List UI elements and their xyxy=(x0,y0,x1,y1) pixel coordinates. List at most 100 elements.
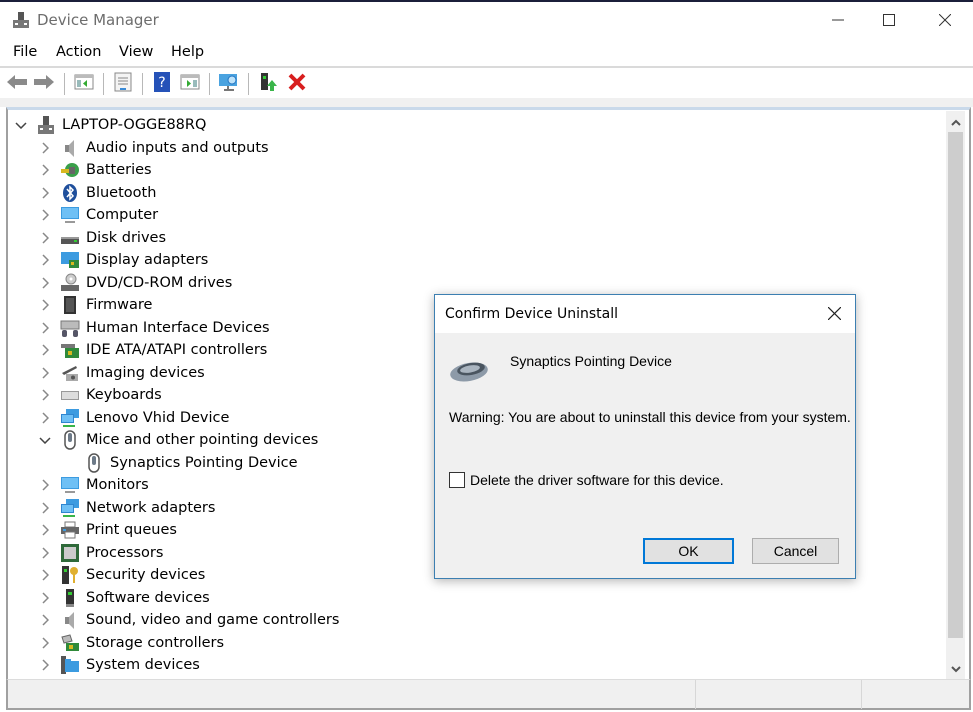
dialog-close-button[interactable] xyxy=(820,301,848,327)
tree-item-label: IDE ATA/ATAPI controllers xyxy=(86,342,268,358)
chevron-right-icon[interactable] xyxy=(38,658,52,672)
bluetooth-icon xyxy=(60,183,80,203)
tree-item-label: Human Interface Devices xyxy=(86,319,270,336)
scroll-down-button[interactable] xyxy=(946,657,965,677)
chevron-right-icon[interactable] xyxy=(38,321,52,335)
confirm-uninstall-dialog: Confirm Device Uninstall Synaptics Point… xyxy=(434,294,856,579)
show-action-pane-button[interactable] xyxy=(179,73,201,95)
tree-category[interactable]: Security devices xyxy=(38,564,205,586)
tree-item-label: DVD/CD-ROM drives xyxy=(86,274,233,291)
monitor-icon xyxy=(60,475,80,495)
scroll-up-button[interactable] xyxy=(946,111,965,131)
chevron-right-icon[interactable] xyxy=(38,343,52,357)
chevron-right-icon[interactable] xyxy=(38,501,52,515)
chevron-right-icon[interactable] xyxy=(38,163,52,177)
back-button[interactable] xyxy=(6,73,28,95)
tree-category[interactable]: IDE ATA/ATAPI controllers xyxy=(38,339,267,361)
tree-category[interactable]: Display adapters xyxy=(38,249,208,271)
help-button[interactable]: ? xyxy=(151,72,173,95)
properties-button[interactable] xyxy=(112,72,134,96)
chevron-right-icon[interactable] xyxy=(38,388,52,402)
chevron-down-icon[interactable] xyxy=(14,118,28,132)
tree-device[interactable]: Synaptics Pointing Device xyxy=(84,452,298,474)
chevron-right-icon[interactable] xyxy=(38,591,52,605)
ok-button[interactable]: OK xyxy=(643,538,734,564)
chevron-right-icon[interactable] xyxy=(38,231,52,245)
menu-view[interactable]: View xyxy=(119,44,153,60)
chevron-right-icon[interactable] xyxy=(38,523,52,537)
delete-driver-checkbox[interactable] xyxy=(449,472,465,488)
scrollbar-thumb[interactable] xyxy=(948,132,963,638)
chevron-right-icon[interactable] xyxy=(38,478,52,492)
network-monitor-icon xyxy=(60,408,80,428)
scan-hardware-changes-button[interactable] xyxy=(218,73,240,95)
tree-category[interactable]: Firmware xyxy=(38,294,152,316)
tree-category[interactable]: DVD/CD-ROM drives xyxy=(38,272,232,294)
tree-category[interactable]: System devices xyxy=(38,654,200,676)
computer-tower-icon xyxy=(36,115,56,135)
speaker-icon xyxy=(60,138,80,158)
tree-category[interactable]: Audio inputs and outputs xyxy=(38,137,269,159)
delete-driver-checkbox-label[interactable]: Delete the driver software for this devi… xyxy=(470,472,724,488)
tree-category[interactable]: Lenovo Vhid Device xyxy=(38,407,229,429)
show-hide-console-tree-button[interactable] xyxy=(73,73,95,95)
minimize-button[interactable] xyxy=(815,2,861,38)
uninstall-device-button[interactable] xyxy=(286,73,308,95)
chevron-right-icon[interactable] xyxy=(38,141,52,155)
tree-item-label: Network adapters xyxy=(86,499,216,516)
chevron-right-icon[interactable] xyxy=(38,253,52,267)
close-button[interactable] xyxy=(922,2,968,38)
tree-category[interactable]: Human Interface Devices xyxy=(38,317,270,339)
tree-category[interactable]: Software devices xyxy=(38,587,210,609)
tree-item-label: Keyboards xyxy=(86,387,162,403)
tree-category[interactable]: Processors xyxy=(38,542,163,564)
chevron-right-icon[interactable] xyxy=(38,208,52,222)
tree-category[interactable]: Batteries xyxy=(38,159,152,181)
tree-category[interactable]: Monitors xyxy=(38,474,149,496)
chevron-down-icon[interactable] xyxy=(38,433,52,447)
chevron-right-icon[interactable] xyxy=(38,186,52,200)
tree-item-label: LAPTOP-OGGE88RQ xyxy=(62,117,207,133)
maximize-button[interactable] xyxy=(866,2,912,38)
tree-category[interactable]: Sound, video and game controllers xyxy=(38,609,339,631)
cancel-button[interactable]: Cancel xyxy=(752,538,839,564)
tree-category[interactable]: Print queues xyxy=(38,519,177,541)
tree-category[interactable]: Disk drives xyxy=(38,227,166,249)
display-adapter-icon xyxy=(60,250,80,270)
firmware-chip-icon xyxy=(60,295,80,315)
chevron-right-icon[interactable] xyxy=(38,568,52,582)
chevron-right-icon[interactable] xyxy=(38,546,52,560)
tree-category[interactable]: Mice and other pointing devices xyxy=(38,429,318,451)
tree-category[interactable]: Storage controllers xyxy=(38,632,224,654)
vertical-scrollbar[interactable] xyxy=(946,111,965,679)
tree-category[interactable]: Bluetooth xyxy=(38,182,156,204)
menu-file[interactable]: File xyxy=(13,44,37,60)
update-driver-button[interactable] xyxy=(257,73,279,95)
properties-icon xyxy=(113,72,133,96)
device-manager-icon xyxy=(12,11,30,29)
chevron-right-icon[interactable] xyxy=(38,366,52,380)
menu-help[interactable]: Help xyxy=(171,44,204,60)
menu-action[interactable]: Action xyxy=(56,44,101,60)
chevron-right-icon[interactable] xyxy=(38,276,52,290)
forward-button[interactable] xyxy=(33,73,55,95)
battery-icon xyxy=(60,160,80,180)
tree-root-computer[interactable]: LAPTOP-OGGE88RQ xyxy=(14,114,206,136)
tree-category[interactable]: Computer xyxy=(38,204,158,226)
chevron-right-icon[interactable] xyxy=(38,613,52,627)
title-bar: Device Manager xyxy=(0,2,973,38)
tree-category[interactable]: Keyboards xyxy=(38,384,162,406)
tree-item-label: Disk drives xyxy=(86,229,167,246)
tree-item-label: Processors xyxy=(86,544,164,561)
chevron-right-icon[interactable] xyxy=(38,411,52,425)
camera-icon xyxy=(60,363,80,383)
update-driver-icon xyxy=(258,72,278,96)
svg-text:?: ? xyxy=(158,75,165,91)
printer-icon xyxy=(60,520,80,540)
tree-category[interactable]: Network adapters xyxy=(38,497,215,519)
chevron-right-icon[interactable] xyxy=(38,298,52,312)
chevron-right-icon[interactable] xyxy=(38,636,52,650)
maximize-icon xyxy=(883,11,895,30)
tree-category[interactable]: Imaging devices xyxy=(38,362,205,384)
monitor-icon xyxy=(60,205,80,225)
